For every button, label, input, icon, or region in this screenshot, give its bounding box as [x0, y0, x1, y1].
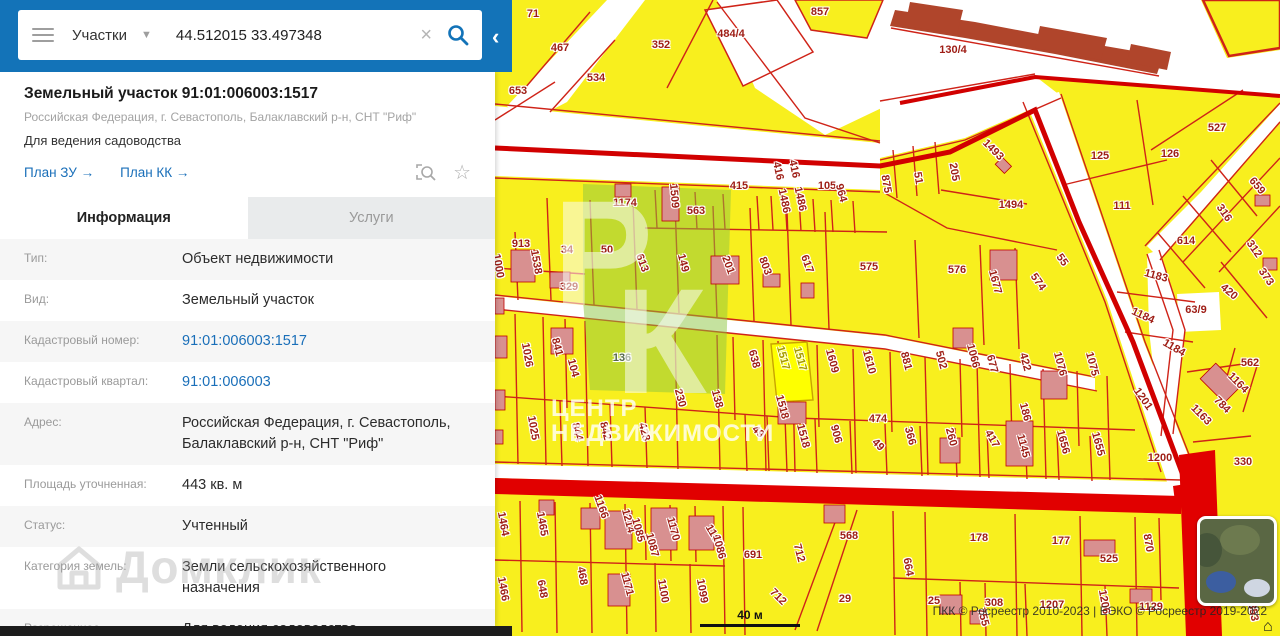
- table-row: Статус: Учтенный: [0, 506, 495, 548]
- chevron-down-icon[interactable]: ▼: [141, 29, 152, 41]
- parcel-label[interactable]: 308: [985, 597, 1003, 609]
- parcel-label[interactable]: 562: [1241, 357, 1259, 369]
- parcel-label[interactable]: 29: [839, 593, 851, 605]
- house-icon: ⌂: [1263, 618, 1273, 635]
- table-row: Кадастровый квартал: 91:01:006003: [0, 362, 495, 403]
- parcel-label[interactable]: 467: [551, 42, 569, 54]
- parcel-label[interactable]: 913: [512, 238, 530, 250]
- parcel-label[interactable]: 1509: [667, 183, 681, 208]
- table-row: Категория земель: Земли сельскохозяйствен…: [0, 547, 495, 609]
- row-value: Земельный участок: [182, 292, 314, 309]
- row-label: Вид:: [24, 292, 50, 307]
- search-header: Участки ▼ ×: [0, 0, 512, 72]
- table-row: Тип: Объект недвижимости: [0, 239, 495, 281]
- parcel-info-panel: Земельный участок 91:01:006003:1517 Росс…: [0, 72, 495, 636]
- parcel-label[interactable]: 857: [811, 6, 829, 18]
- parcel-label[interactable]: 51: [911, 171, 925, 185]
- permitted-use-text: Для ведения садоводства: [24, 133, 181, 148]
- parcel-label[interactable]: 352: [652, 39, 670, 51]
- favorite-star-icon[interactable]: ☆: [453, 160, 471, 185]
- row-label: Тип:: [24, 251, 48, 265]
- parcel-label[interactable]: 614: [1177, 235, 1195, 247]
- row-label: Кадастровый квартал:: [24, 374, 149, 389]
- parcel-label[interactable]: 25: [928, 595, 940, 607]
- parcel-label[interactable]: 575: [860, 261, 878, 273]
- basemap-layer-toggle[interactable]: [1197, 516, 1277, 606]
- parcel-label[interactable]: 177: [1052, 535, 1070, 547]
- parcel-label[interactable]: 415: [730, 180, 748, 192]
- row-label: Статус:: [24, 518, 66, 533]
- parcel-label[interactable]: 178: [970, 532, 988, 544]
- bottom-bar: [0, 626, 512, 636]
- parcel-label[interactable]: 653: [509, 85, 527, 97]
- search-box: Участки ▼ ×: [18, 10, 482, 60]
- quarter-highlight-overlay: [583, 184, 731, 394]
- row-label: Площадь уточненная:: [24, 477, 147, 492]
- parcel-label[interactable]: 1200: [1148, 452, 1172, 464]
- row-value-link[interactable]: 91:01:006003: [182, 372, 299, 393]
- parcel-label[interactable]: 527: [1208, 122, 1226, 134]
- parcel-label[interactable]: 691: [744, 549, 762, 561]
- search-input[interactable]: [173, 25, 421, 45]
- row-label: Адрес:: [24, 415, 62, 430]
- plan-kk-link[interactable]: План КК →: [120, 165, 189, 180]
- public-cadastral-map-app: 71 467 534 653 352 484/4 857 130/4 875 51 205 1493 1…: [0, 0, 1280, 636]
- table-row: Вид: Земельный участок: [0, 280, 495, 321]
- parcel-address-subtitle: Российская Федерация, г. Севастополь, Ба…: [24, 110, 417, 124]
- tab-information[interactable]: Информация: [0, 197, 248, 239]
- collapse-panel-button[interactable]: ‹: [492, 24, 499, 50]
- parcel-label[interactable]: 111: [1113, 200, 1130, 212]
- parcel-label[interactable]: 534: [587, 72, 605, 84]
- parcel-label[interactable]: 34: [561, 244, 573, 256]
- row-value-link[interactable]: 91:01:006003:1517: [182, 331, 335, 352]
- parcel-label[interactable]: 563: [687, 205, 705, 217]
- parcel-label[interactable]: 329: [560, 281, 578, 293]
- table-row: Адрес: Российская Федерация, г. Севастопо…: [0, 403, 495, 466]
- parcel-label[interactable]: 1207: [1040, 599, 1064, 611]
- table-row: Кадастровый номер: 91:01:006003:1517: [0, 321, 495, 363]
- parcel-label[interactable]: 1129: [1139, 601, 1163, 613]
- parcel-label[interactable]: 130/4: [939, 44, 967, 56]
- parcel-label[interactable]: 525: [1100, 553, 1118, 565]
- row-value: Земли сельскохозяйственного назначения: [182, 559, 387, 597]
- panel-tabs: Информация Услуги: [0, 197, 495, 239]
- plan-zu-link[interactable]: План ЗУ →: [24, 165, 94, 180]
- page-title: Земельный участок 91:01:006003:1517: [24, 85, 318, 102]
- parcel-label[interactable]: 568: [840, 530, 858, 542]
- row-label: Кадастровый номер:: [24, 333, 140, 348]
- tab-services[interactable]: Услуги: [248, 197, 496, 239]
- parcel-label[interactable]: 474: [869, 413, 887, 425]
- parcel-label[interactable]: 484/4: [717, 28, 745, 40]
- search-category-dropdown[interactable]: Участки: [72, 27, 127, 44]
- parcel-label[interactable]: 576: [948, 264, 966, 276]
- search-icon[interactable]: [446, 23, 470, 47]
- parcel-label[interactable]: 63/9: [1185, 304, 1206, 316]
- parcel-label[interactable]: 50: [601, 244, 613, 256]
- row-label: Категория земель:: [24, 559, 127, 574]
- preview-on-map-icon[interactable]: [415, 163, 437, 183]
- parcel-label[interactable]: 126: [1161, 148, 1179, 160]
- parcel-label[interactable]: 1494: [999, 199, 1023, 211]
- attributes-table: Тип: Объект недвижимости Вид: Земельный уча…: [0, 239, 495, 636]
- hamburger-menu-icon[interactable]: [32, 24, 54, 46]
- row-value: Российская Федерация, г. Севастополь, Ба…: [182, 415, 451, 453]
- row-value: Объект недвижимости: [182, 251, 334, 267]
- parcel-label[interactable]: 125: [1091, 150, 1109, 162]
- parcel-label[interactable]: 1174: [613, 197, 637, 209]
- map-canvas[interactable]: 71 467 534 653 352 484/4 857 130/4 875 51 205 1493 1…: [490, 0, 1280, 636]
- row-value: Учтенный: [182, 518, 248, 535]
- table-row: Площадь уточненная: 443 кв. м: [0, 465, 495, 506]
- row-value: 443 кв. м: [182, 477, 243, 494]
- parcel-label[interactable]: 330: [1234, 456, 1252, 468]
- close-icon[interactable]: ×: [420, 24, 432, 47]
- parcel-label[interactable]: 136: [613, 352, 631, 364]
- parcel-label[interactable]: 71: [527, 8, 539, 20]
- cadastral-map[interactable]: [495, 0, 1280, 636]
